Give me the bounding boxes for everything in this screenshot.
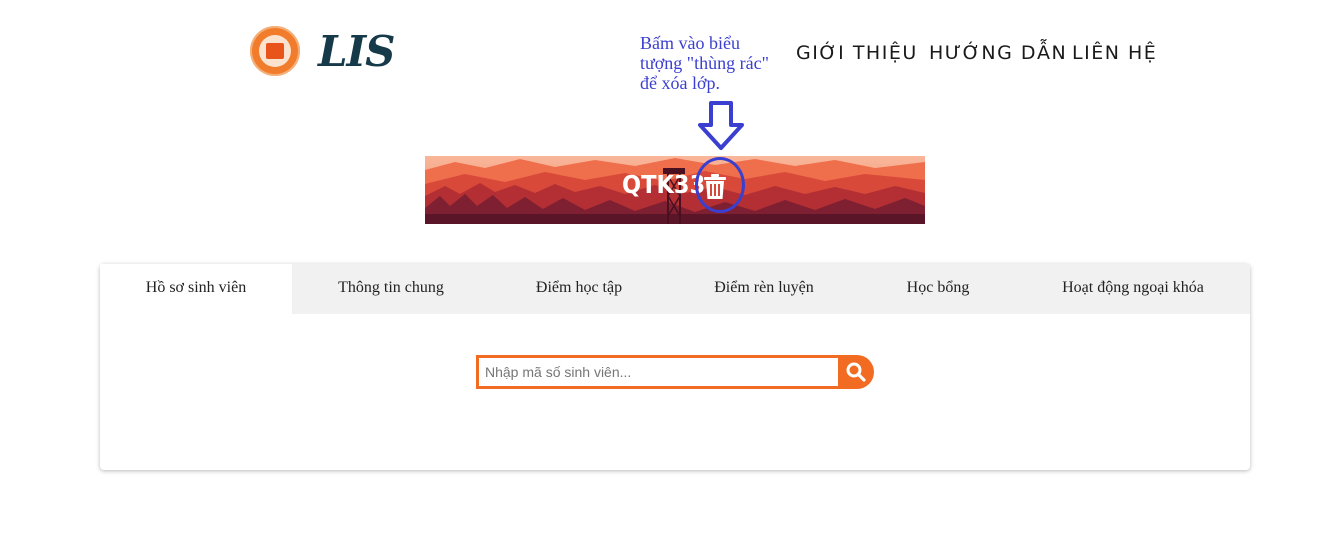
- nav-huong-dan[interactable]: HƯỚNG DẪN: [929, 42, 1067, 64]
- nav-gioi-thieu[interactable]: GIỚI THIỆU: [796, 42, 918, 64]
- search-button[interactable]: [838, 355, 874, 389]
- book-icon: [266, 43, 284, 59]
- school-logo-icon[interactable]: [250, 26, 300, 76]
- arrow-down-icon: [698, 101, 744, 150]
- brand-logo[interactable]: LIS: [318, 26, 396, 78]
- nav-lien-he[interactable]: LIÊN HỆ: [1072, 42, 1157, 64]
- tab-diem-ren-luyen[interactable]: Điểm rèn luyện: [668, 264, 860, 314]
- trash-icon[interactable]: [703, 174, 727, 200]
- search-icon: [846, 362, 866, 382]
- tab-diem-hoc-tap[interactable]: Điểm học tập: [490, 264, 668, 314]
- student-id-search-input[interactable]: [476, 355, 838, 389]
- tab-thong-tin-chung[interactable]: Thông tin chung: [292, 264, 490, 314]
- class-name-label: QTK33: [622, 170, 706, 199]
- tab-hoc-bong[interactable]: Học bổng: [860, 264, 1016, 314]
- logo-inner: [259, 35, 291, 67]
- annotation-text: Bấm vào biểu tượng "thùng rác" để xóa lớ…: [640, 33, 769, 93]
- tab-bar: Hồ sơ sinh viên Thông tin chung Điểm học…: [100, 264, 1250, 314]
- tab-hoat-dong-ngoai-khoa[interactable]: Hoạt động ngoại khóa: [1016, 264, 1250, 314]
- tab-ho-so-sinh-vien[interactable]: Hồ sơ sinh viên: [100, 264, 292, 314]
